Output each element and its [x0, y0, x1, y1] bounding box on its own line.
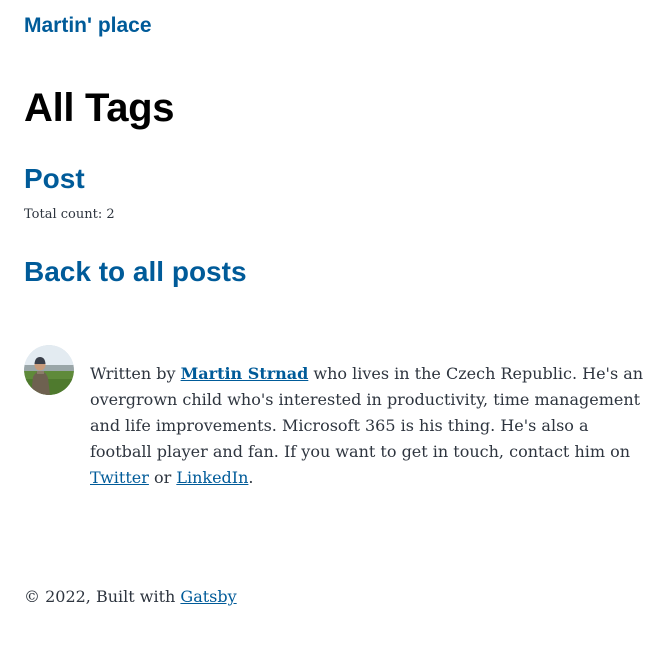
gatsby-link[interactable]: Gatsby — [180, 587, 236, 606]
site-title-link[interactable]: Martin' place — [24, 14, 152, 38]
linkedin-link[interactable]: LinkedIn — [176, 468, 248, 487]
footer-copyright: © 2022, Built with — [24, 587, 181, 606]
back-to-all-posts-link[interactable]: Back to all posts — [24, 256, 247, 288]
author-name-link[interactable]: Martin Strnad — [181, 364, 309, 383]
page-title: All Tags — [24, 86, 175, 130]
bio-prefix: Written by — [90, 364, 181, 383]
site-footer: © 2022, Built with Gatsby — [24, 587, 237, 606]
author-bio-text: Written by Martin Strnad who lives in th… — [90, 361, 650, 491]
tag-total-count: Total count: 2 — [24, 207, 115, 222]
author-photo-icon — [24, 345, 74, 395]
bio-suffix: . — [248, 468, 254, 487]
tag-post-link[interactable]: Post — [24, 163, 85, 195]
bio-or: or — [148, 468, 177, 487]
twitter-link[interactable]: Twitter — [90, 468, 149, 487]
